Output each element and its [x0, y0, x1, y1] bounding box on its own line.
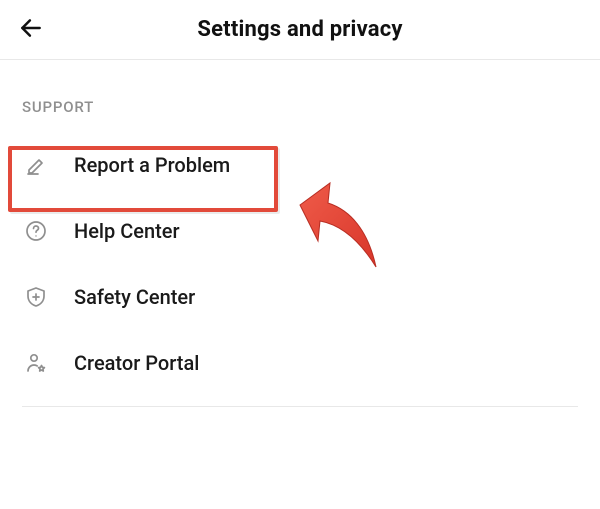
back-button[interactable]	[18, 0, 44, 59]
menu-item-safety-center[interactable]: Safety Center	[22, 264, 578, 330]
header-bar: Settings and privacy	[0, 0, 600, 60]
question-circle-icon	[22, 219, 50, 243]
section-heading-support: SUPPORT	[22, 98, 578, 116]
person-star-icon	[22, 351, 50, 375]
support-section: SUPPORT Report a Problem Help Center	[0, 60, 600, 396]
pencil-icon	[22, 153, 50, 177]
menu-item-label: Report a Problem	[74, 153, 230, 177]
menu-item-label: Creator Portal	[74, 351, 199, 375]
page-title: Settings and privacy	[197, 17, 402, 42]
menu-item-label: Help Center	[74, 219, 180, 243]
arrow-left-icon	[18, 15, 44, 45]
shield-plus-icon	[22, 285, 50, 309]
settings-page: Settings and privacy SUPPORT Report a Pr…	[0, 0, 600, 407]
menu-item-help-center[interactable]: Help Center	[22, 198, 578, 264]
menu-item-creator-portal[interactable]: Creator Portal	[22, 330, 578, 396]
menu-item-report-problem[interactable]: Report a Problem	[22, 132, 578, 198]
divider	[22, 406, 578, 407]
menu-item-label: Safety Center	[74, 285, 195, 309]
